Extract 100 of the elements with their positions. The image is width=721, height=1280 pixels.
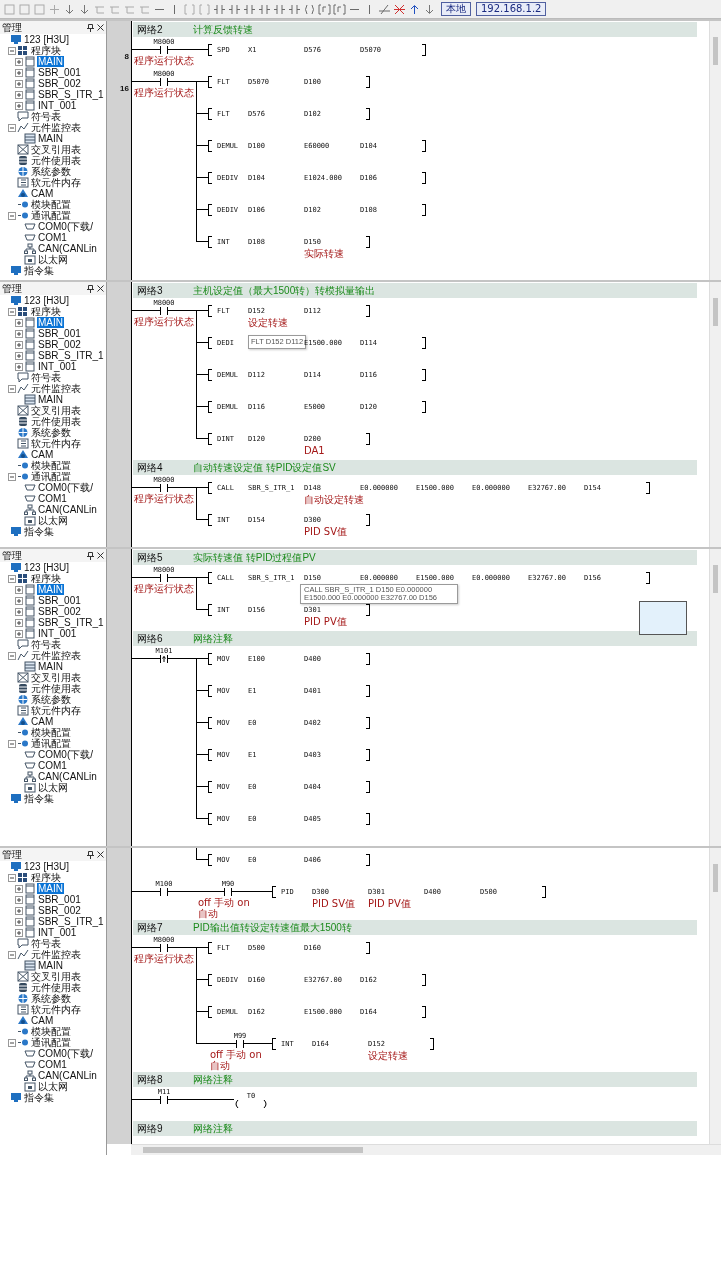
collapse-toggle-icon[interactable] [8,46,16,55]
collapse-toggle-icon[interactable] [8,307,16,316]
tree-item[interactable]: 交叉引用表 [30,971,82,982]
vertical-scrollbar[interactable] [709,282,721,547]
horizontal-scrollbar[interactable] [131,1144,721,1155]
tree-item[interactable]: 元件使用表 [30,416,82,427]
pin-icon[interactable] [87,284,94,293]
tree-item[interactable]: 模块配置 [30,1026,72,1037]
tree-item[interactable]: 符号表 [30,938,62,949]
collapse-toggle-icon[interactable] [8,211,16,220]
tree-item[interactable]: 元件使用表 [30,683,82,694]
tree-item[interactable]: 元件监控表 [30,949,82,960]
tree-item[interactable]: 软元件内存 [30,705,82,716]
expand-toggle-icon[interactable] [15,906,23,915]
contact-icon[interactable] [160,307,168,315]
down-arrow-icon[interactable] [63,2,76,16]
expand-toggle-icon[interactable] [15,362,23,371]
close-icon[interactable] [97,285,104,292]
tree-item[interactable]: SBR_002 [37,78,82,89]
pin-icon[interactable] [87,850,94,859]
expand-toggle-icon[interactable] [15,928,23,937]
tree-item[interactable]: COM0(下载/ [37,221,94,232]
contact-icon[interactable] [160,1096,168,1104]
tree-item[interactable]: CAN(CANLin [37,1070,98,1081]
tree-item[interactable]: SBR_002 [37,606,82,617]
tree-item[interactable]: INT_001 [37,628,78,639]
collapse-toggle-icon[interactable] [8,739,16,748]
tree-item[interactable]: 通讯配置 [30,1037,72,1048]
tree-item[interactable]: MAIN [37,960,64,971]
pin-icon[interactable] [87,551,94,560]
tree-item[interactable]: SBR_001 [37,328,82,339]
close-icon[interactable] [97,24,104,31]
close-icon[interactable] [97,552,104,559]
contact-icon[interactable] [224,888,232,896]
tree-item[interactable]: 系统参数 [30,993,72,1004]
collapse-toggle-icon[interactable] [8,950,16,959]
tree-item[interactable]: MAIN [37,394,64,405]
tree-item[interactable]: 程序块 [30,872,62,883]
tree-item[interactable]: SBR_S_ITR_1 [37,89,105,100]
tree-item[interactable]: COM0(下载/ [37,482,94,493]
collapse-toggle-icon[interactable] [8,472,16,481]
contact-icon[interactable] [160,944,168,952]
collapse-toggle-icon[interactable] [8,873,16,882]
expand-toggle-icon[interactable] [15,90,23,99]
tree-item[interactable]: 元件使用表 [30,982,82,993]
collapse-toggle-icon[interactable] [8,123,16,132]
tree-item[interactable]: CAM [30,1015,55,1026]
contact-icon[interactable] [160,78,168,86]
tree-item[interactable]: SBR_002 [37,339,82,350]
tree-item[interactable]: SBR_001 [37,595,82,606]
contact-icon[interactable] [160,484,168,492]
tree-item[interactable]: 程序块 [30,573,62,584]
tree-item[interactable]: CAN(CANLin [37,504,98,515]
tree-item[interactable]: 元件监控表 [30,122,82,133]
vertical-scrollbar[interactable] [709,549,721,846]
tree-item[interactable]: 模块配置 [30,199,72,210]
tree-item[interactable]: CAM [30,449,55,460]
tree-item[interactable]: 通讯配置 [30,210,72,221]
tree-item[interactable]: SBR_S_ITR_1 [37,617,105,628]
tree-item[interactable]: 模块配置 [30,460,72,471]
fblock-icon[interactable] [318,2,331,16]
expand-toggle-icon[interactable] [15,596,23,605]
tree-item[interactable]: 交叉引用表 [30,144,82,155]
toolbar-button[interactable]: 192.168.1.2 [476,2,547,16]
tree-item[interactable]: SBR_S_ITR_1 [37,350,105,361]
tree-item[interactable]: 程序块 [30,306,62,317]
tree-item[interactable]: SBR_001 [37,894,82,905]
tree-item[interactable]: MAIN [37,56,64,67]
tree-item[interactable]: 123 [H3U] [23,562,71,573]
tree-item[interactable]: SBR_001 [37,67,82,78]
contact-icon[interactable] [236,1040,244,1048]
coil-icon[interactable] [234,1100,268,1108]
tree-item[interactable]: 系统参数 [30,427,72,438]
tree-item[interactable]: SBR_S_ITR_1 [37,916,105,927]
up-arrow-icon[interactable] [408,2,421,16]
tree-item[interactable]: 软元件内存 [30,1004,82,1015]
expand-toggle-icon[interactable] [15,329,23,338]
collapse-toggle-icon[interactable] [8,1038,16,1047]
tree-item[interactable]: MAIN [37,661,64,672]
tree-item[interactable]: COM1 [37,760,68,771]
down-arrow-icon[interactable] [423,2,436,16]
contact-icon[interactable] [160,888,168,896]
tree-item[interactable]: COM0(下载/ [37,1048,94,1059]
tree-item[interactable]: 以太网 [37,782,69,793]
down-arrow-icon[interactable] [78,2,91,16]
tree-item[interactable]: 通讯配置 [30,738,72,749]
tree-item[interactable]: 交叉引用表 [30,672,82,683]
tree-item[interactable]: COM0(下载/ [37,749,94,760]
fblock-icon[interactable] [333,2,346,16]
expand-toggle-icon[interactable] [15,629,23,638]
collapse-toggle-icon[interactable] [8,384,16,393]
expand-toggle-icon[interactable] [15,79,23,88]
tree-item[interactable]: 系统参数 [30,694,72,705]
tree-item[interactable]: SBR_002 [37,905,82,916]
tree-item[interactable]: CAN(CANLin [37,771,98,782]
close-icon[interactable] [97,851,104,858]
tree-item[interactable]: COM1 [37,1059,68,1070]
tree-item[interactable]: 元件使用表 [30,155,82,166]
slash-line-icon[interactable] [378,2,391,16]
collapse-toggle-icon[interactable] [8,574,16,583]
